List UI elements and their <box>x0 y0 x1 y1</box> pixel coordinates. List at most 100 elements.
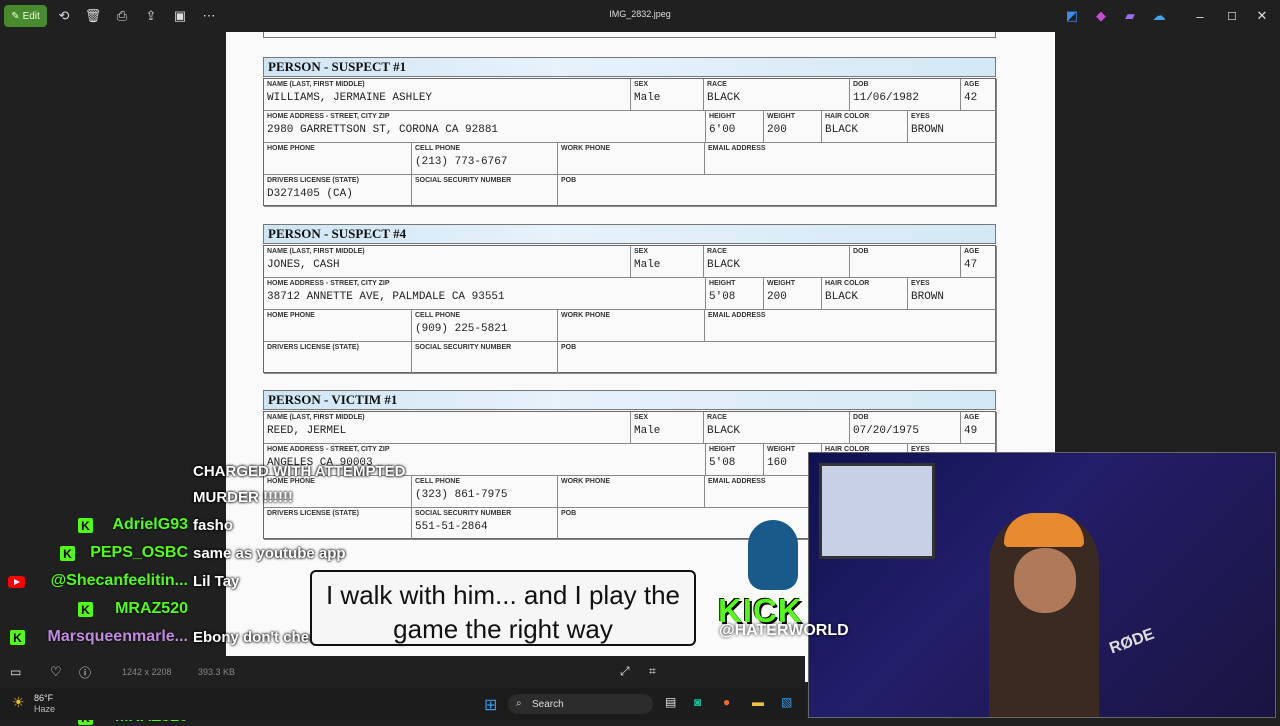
field-sex: SEX Male <box>631 79 704 111</box>
section-heading: PERSON - SUSPECT #4 <box>263 224 996 244</box>
field-label: POB <box>561 344 577 351</box>
field-ssn: SOCIAL SECURITY NUMBER <box>412 175 558 207</box>
filmstrip-icon[interactable]: ▭ <box>10 665 21 679</box>
field-value: 5'08 <box>709 291 736 303</box>
taskbar-search[interactable]: ⌕ Search <box>508 694 653 714</box>
field-label: HOME ADDRESS - STREET, CITY ZIP <box>267 280 390 287</box>
minimize-button[interactable]: – <box>1192 5 1208 27</box>
app-icon[interactable]: ◙ <box>694 695 701 709</box>
field-value: (213) 773-6767 <box>415 156 508 168</box>
field-label: SEX <box>634 81 649 88</box>
mascot-logo <box>748 520 798 590</box>
field-dob: DOB <box>850 246 961 278</box>
field-label: RACE <box>707 248 727 255</box>
chat-username[interactable]: AdrielG93 <box>112 516 188 534</box>
search-placeholder: Search <box>532 699 564 710</box>
field-label: SOCIAL SECURITY NUMBER <box>415 344 512 351</box>
start-icon[interactable]: ⊞ <box>484 695 497 715</box>
field-email: EMAIL ADDRESS <box>705 310 997 342</box>
field-value: WILLIAMS, JERMAINE ASHLEY <box>267 92 433 104</box>
field-value: 42 <box>964 92 978 104</box>
field-age: AGE 49 <box>961 412 997 444</box>
field-height: HEIGHT 5'08 <box>706 444 764 476</box>
field-value: Male <box>634 92 661 104</box>
caption-line-2: game the right way <box>393 614 613 644</box>
field-value: BLACK <box>825 291 859 303</box>
field-label: EMAIL ADDRESS <box>708 312 766 319</box>
weather-icon: ☀ <box>12 694 25 710</box>
field-ssn: SOCIAL SECURITY NUMBER <box>412 342 558 374</box>
field-address: HOME ADDRESS - STREET, CITY ZIP 38712 ANN… <box>264 278 706 310</box>
image-dimensions: 1242 x 2208 <box>122 667 172 677</box>
close-button[interactable]: ✕ <box>1254 5 1270 27</box>
designer-icon[interactable]: ◆ <box>1093 5 1109 27</box>
field-label: EYES <box>911 113 930 120</box>
field-value: BROWN <box>911 124 945 136</box>
field-value: 200 <box>767 291 787 303</box>
maximize-button[interactable]: ☐ <box>1224 5 1240 27</box>
favorite-icon[interactable]: ♡ <box>50 664 62 680</box>
field-label: HOME ADDRESS - STREET, CITY ZIP <box>267 113 390 120</box>
field-value: Male <box>634 259 661 271</box>
field-work-phone: WORK PHONE <box>558 143 705 175</box>
field-label: DOB <box>853 248 869 255</box>
info-icon[interactable]: ⓘ <box>79 664 91 681</box>
field-eyes: EYES BROWN <box>908 278 997 310</box>
field-label: POB <box>561 510 577 517</box>
field-home-phone: HOME PHONE <box>264 310 412 342</box>
chat-message: MURDER !!!!!! <box>193 489 293 506</box>
chat-username[interactable]: Marsqueenmarle... <box>48 628 189 646</box>
photoshop-icon[interactable]: ◩ <box>1064 5 1080 27</box>
field-email: EMAIL ADDRESS <box>705 143 997 175</box>
field-label: CELL PHONE <box>415 145 460 152</box>
field-value: 47 <box>964 259 978 271</box>
search-icon: ⌕ <box>516 698 522 709</box>
field-age: AGE 47 <box>961 246 997 278</box>
field-label: HEIGHT <box>709 113 736 120</box>
actual-size-icon[interactable]: ⌗ <box>649 664 656 679</box>
field-label: RACE <box>707 414 727 421</box>
field-value: 07/20/1975 <box>853 425 920 437</box>
person-record: NAME (LAST, FIRST MIDDLE) WILLIAMS, JERMA… <box>263 78 997 207</box>
taskview-icon[interactable]: ▤ <box>665 695 676 709</box>
chat-username[interactable]: PEPS_OSBC <box>90 544 188 562</box>
field-dl: DRIVERS LICENSE (STATE) D3271405 (CA) <box>264 175 412 207</box>
mic-brand: RØDE <box>1107 625 1157 658</box>
kick-badge-icon: K <box>10 630 25 645</box>
field-label: WORK PHONE <box>561 478 610 485</box>
field-value: 2980 GARRETTSON ST, CORONA CA 92881 <box>267 124 499 136</box>
kick-handle: @HATERWORLD <box>719 622 849 639</box>
field-label: AGE <box>964 414 980 421</box>
field-race: RACE BLACK <box>704 412 850 444</box>
title-bar: ✎ Edit ⟲ 🗑 ⎙ ⇪ ▣ ⋯ IMG_2832.jpeg ◩ ◆ ▰ ☁… <box>0 0 1280 32</box>
clipchamp-icon[interactable]: ▰ <box>1122 5 1138 27</box>
field-value: BLACK <box>707 92 741 104</box>
field-label: HAIR COLOR <box>825 113 870 120</box>
fit-icon[interactable]: ⤢ <box>620 664 630 679</box>
cloud-icon[interactable]: ☁ <box>1151 5 1167 27</box>
chat-message: Lil Tay <box>193 573 240 590</box>
photos-icon[interactable]: ▧ <box>781 695 792 709</box>
field-label: HOME PHONE <box>267 312 315 319</box>
field-label: HEIGHT <box>709 446 736 453</box>
kick-badge-icon: K <box>60 546 75 561</box>
field-sex: SEX Male <box>631 412 704 444</box>
person-record: NAME (LAST, FIRST MIDDLE) JONES, CASH SEX M… <box>263 245 997 374</box>
field-label: DRIVERS LICENSE (STATE) <box>267 177 359 184</box>
viewer-status-bar: ▭ ♡ ⓘ 1242 x 2208 393.3 KB ⤢ ⌗ <box>0 656 805 688</box>
field-label: WEIGHT <box>767 446 795 453</box>
explorer-icon[interactable]: ▬ <box>752 695 764 709</box>
field-race: RACE BLACK <box>704 79 850 111</box>
section-heading: PERSON - VICTIM #1 <box>263 390 996 410</box>
field-pob: POB <box>558 342 997 374</box>
chat-username[interactable]: MRAZ520 <box>115 600 188 618</box>
field-value: REED, JERMEL <box>267 425 347 437</box>
firefox-icon[interactable]: ● <box>723 695 730 709</box>
field-label: SEX <box>634 248 649 255</box>
field-label: EMAIL ADDRESS <box>708 145 766 152</box>
field-eyes: EYES BROWN <box>908 111 997 143</box>
chat-message: fasho <box>193 517 234 534</box>
field-value: 160 <box>767 457 787 469</box>
chat-username[interactable]: @Shecanfeelitin... <box>51 572 188 590</box>
field-value: 11/06/1982 <box>853 92 920 104</box>
